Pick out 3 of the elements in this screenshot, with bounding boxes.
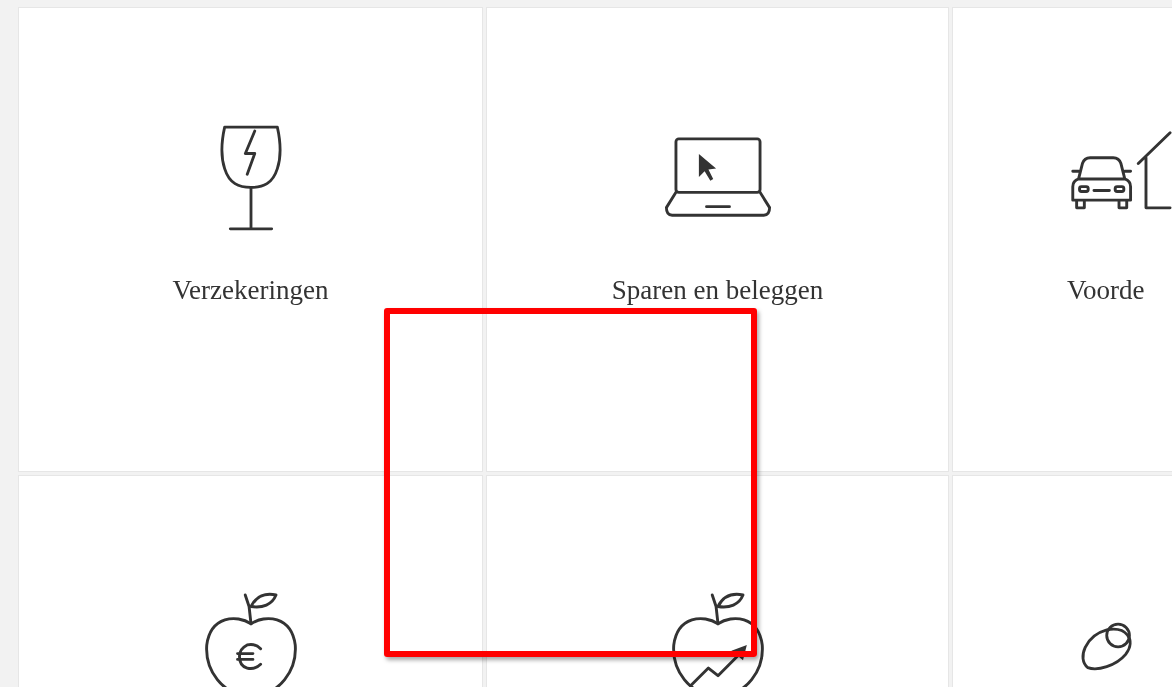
tile-link[interactable]: Sparen en beleggen xyxy=(611,274,824,307)
tile-link[interactable]: Verzekeringen xyxy=(172,274,329,307)
tile-link[interactable]: Voorde xyxy=(1067,274,1145,307)
